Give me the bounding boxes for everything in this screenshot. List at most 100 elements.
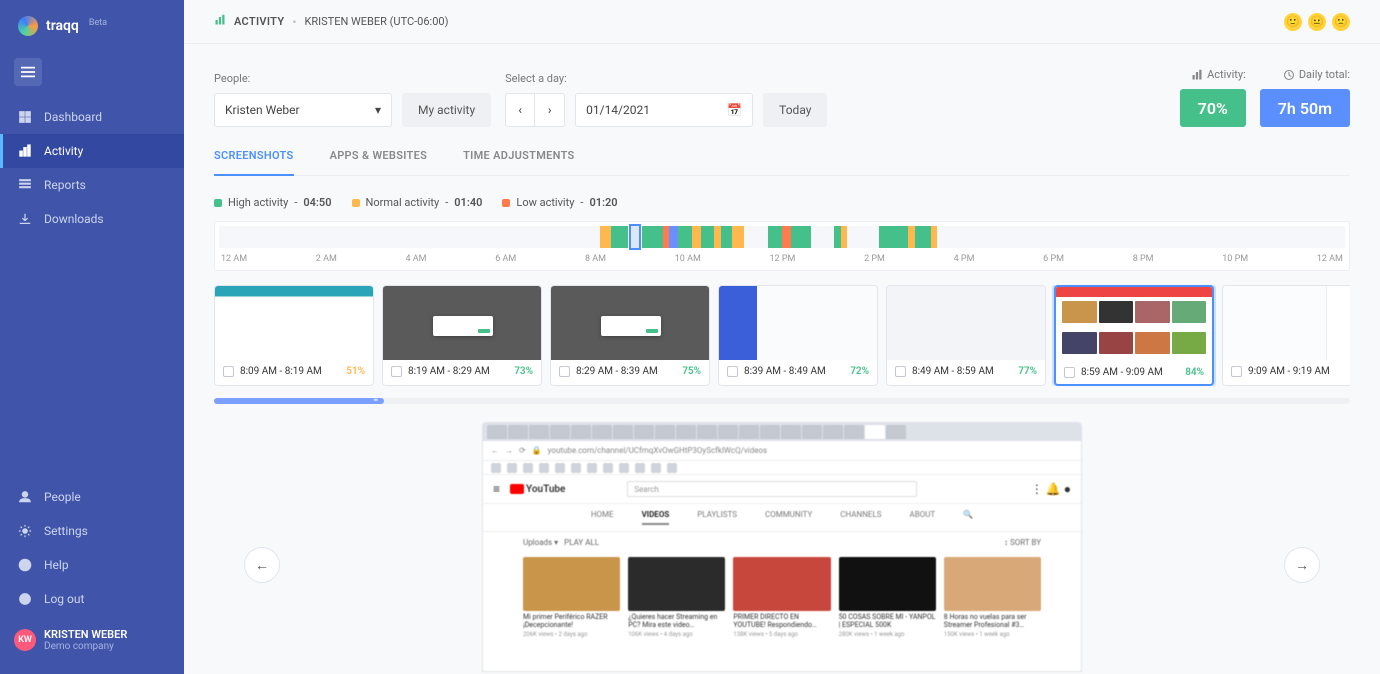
screenshot-card[interactable]: 8:19 AM - 8:29 AM 73%	[382, 285, 542, 386]
dot-low-icon	[502, 199, 510, 207]
calendar-icon: 📅	[727, 103, 742, 117]
screenshot-checkbox[interactable]	[391, 366, 402, 377]
chevron-down-icon: ▾	[375, 103, 381, 117]
menu-toggle-button[interactable]	[14, 58, 42, 86]
logo-text: traqq	[46, 18, 79, 34]
breadcrumb-person: KRISTEN WEBER (UTC-06:00)	[304, 15, 448, 28]
stat-activity: Activity: 70%	[1180, 68, 1246, 127]
nav-settings[interactable]: Settings	[0, 514, 184, 548]
nav-people[interactable]: People	[0, 480, 184, 514]
help-icon	[18, 558, 32, 572]
face-happy-icon[interactable]: 🙂	[1284, 13, 1302, 31]
people-select[interactable]: Kristen Weber ▾	[214, 93, 392, 127]
screenshot-time: 8:39 AM - 8:49 AM	[744, 366, 826, 377]
gear-icon	[18, 524, 32, 538]
main: ACTIVITY • KRISTEN WEBER (UTC-06:00) 🙂 😐…	[184, 0, 1380, 674]
screenshot-pct: 51%	[346, 366, 365, 377]
browser-mock: ←→⟳🔒youtube.com/channel/UCfmqXvOwGHtP3Oy…	[482, 422, 1082, 672]
screenshot-time: 8:59 AM - 9:09 AM	[1081, 367, 1163, 378]
screenshot-pct: 84%	[1185, 367, 1204, 378]
tabs: SCREENSHOTS APPS & WEBSITES TIME ADJUSTM…	[214, 149, 1350, 176]
tab-time-adjustments[interactable]: TIME ADJUSTMENTS	[463, 149, 574, 175]
timeline-bar[interactable]	[219, 226, 1345, 248]
prev-day-button[interactable]: ‹	[505, 93, 535, 127]
screenshot-pct: 72%	[850, 366, 869, 377]
controls-row: People: Kristen Weber ▾ My activity Sele…	[214, 68, 1350, 127]
reports-icon	[18, 178, 32, 192]
feedback-faces: 🙂 😐 🙁	[1284, 13, 1350, 31]
user-block[interactable]: KW KRISTEN WEBER Demo company	[0, 616, 184, 664]
nav-help[interactable]: Help	[0, 548, 184, 582]
screenshot-checkbox[interactable]	[1064, 367, 1075, 378]
screenshot-pct: 75%	[682, 366, 701, 377]
dot-normal-icon	[352, 199, 360, 207]
screenshot-checkbox[interactable]	[1231, 366, 1242, 377]
today-button[interactable]: Today	[763, 93, 827, 127]
date-input[interactable]: 01/14/2021 📅	[575, 93, 753, 127]
tab-apps-websites[interactable]: APPS & WEBSITES	[330, 149, 428, 175]
timeline[interactable]: 12 AM2 AM4 AM6 AM8 AM10 AM12 PM2 PM4 PM6…	[214, 221, 1350, 271]
legend: High activity - 04:50 Normal activity - …	[214, 196, 1350, 209]
my-activity-button[interactable]: My activity	[402, 93, 491, 127]
face-neutral-icon[interactable]: 😐	[1308, 13, 1326, 31]
people-label: People:	[214, 72, 491, 85]
next-screenshot-button[interactable]: →	[1284, 547, 1320, 583]
browser-bookmarks	[483, 461, 1081, 475]
screenshot-list: 8:09 AM - 8:19 AM 51% 8:19 AM - 8:29 AM 73%…	[214, 285, 1350, 386]
prev-screenshot-button[interactable]: ←	[244, 547, 280, 583]
bars-icon	[1191, 69, 1203, 81]
nav-reports[interactable]: Reports	[0, 168, 184, 202]
screenshot-checkbox[interactable]	[559, 366, 570, 377]
nav-dashboard[interactable]: Dashboard	[0, 100, 184, 134]
user-company: Demo company	[44, 641, 127, 652]
breadcrumb-section: ACTIVITY	[234, 15, 284, 28]
screenshot-thumb	[719, 286, 877, 360]
screenshot-thumb	[887, 286, 1045, 360]
next-day-button[interactable]: ›	[535, 93, 565, 127]
logout-icon	[18, 592, 32, 606]
screenshot-preview: ← → ←→⟳🔒youtube.com/channel/UCfmqXvOwGHt…	[214, 422, 1350, 672]
screenshot-time: 8:09 AM - 8:19 AM	[240, 366, 322, 377]
logo-badge: Beta	[89, 18, 107, 28]
screenshot-time: 8:19 AM - 8:29 AM	[408, 366, 490, 377]
activity-value: 70%	[1180, 89, 1246, 127]
screenshot-thumb	[383, 286, 541, 360]
nav-footer: People Settings Help Log out	[0, 480, 184, 616]
screenshot-scrollbar[interactable]	[214, 398, 1350, 404]
screenshot-time: 8:49 AM - 8:59 AM	[912, 366, 994, 377]
youtube-grid: Mi primer Periférico RAZER ¡Decepcionant…	[483, 553, 1081, 642]
daily-value: 7h 50m	[1260, 89, 1350, 127]
screenshot-card[interactable]: 8:49 AM - 8:59 AM77%	[886, 285, 1046, 386]
screenshot-thumb	[1223, 286, 1350, 360]
screenshot-card[interactable]: 8:09 AM - 8:19 AM 51%	[214, 285, 374, 386]
screenshot-thumb	[551, 286, 709, 360]
stat-daily: Daily total: 7h 50m	[1260, 68, 1350, 127]
youtube-nav: HOMEVIDEOSPLAYLISTSCOMMUNITYCHANNELSABOU…	[483, 504, 1081, 532]
screenshot-card[interactable]: 8:39 AM - 8:49 AM 72%	[718, 285, 878, 386]
screenshot-card[interactable]: 8:29 AM - 8:39 AM75%	[550, 285, 710, 386]
youtube-search: Search	[627, 481, 917, 497]
nav-downloads[interactable]: Downloads	[0, 202, 184, 236]
face-sad-icon[interactable]: 🙁	[1332, 13, 1350, 31]
scrollbar-thumb[interactable]	[214, 398, 384, 404]
timeline-ticks: 12 AM2 AM4 AM6 AM8 AM10 AM12 PM2 PM4 PM6…	[219, 248, 1345, 270]
day-label: Select a day:	[505, 72, 827, 85]
screenshot-checkbox[interactable]	[895, 366, 906, 377]
nav-main: Dashboard Activity Reports Downloads	[0, 100, 184, 236]
screenshot-checkbox[interactable]	[223, 366, 234, 377]
people-icon	[18, 490, 32, 504]
screenshot-card[interactable]: 8:59 AM - 9:09 AM 84%	[1054, 285, 1214, 386]
screenshot-checkbox[interactable]	[727, 366, 738, 377]
activity-icon	[18, 144, 32, 158]
download-icon	[18, 212, 32, 226]
screenshot-thumb	[215, 286, 373, 360]
nav-activity[interactable]: Activity	[0, 134, 184, 168]
screenshot-card[interactable]: 9:09 AM - 9:19 AM99%	[1222, 285, 1350, 386]
timeline-cursor[interactable]	[629, 224, 641, 250]
avatar: KW	[14, 629, 36, 651]
youtube-logo: YouTube	[510, 484, 565, 495]
tab-screenshots[interactable]: SCREENSHOTS	[214, 149, 294, 176]
nav-logout[interactable]: Log out	[0, 582, 184, 616]
screenshot-pct: 73%	[514, 366, 533, 377]
logo: traqq Beta	[0, 0, 184, 52]
